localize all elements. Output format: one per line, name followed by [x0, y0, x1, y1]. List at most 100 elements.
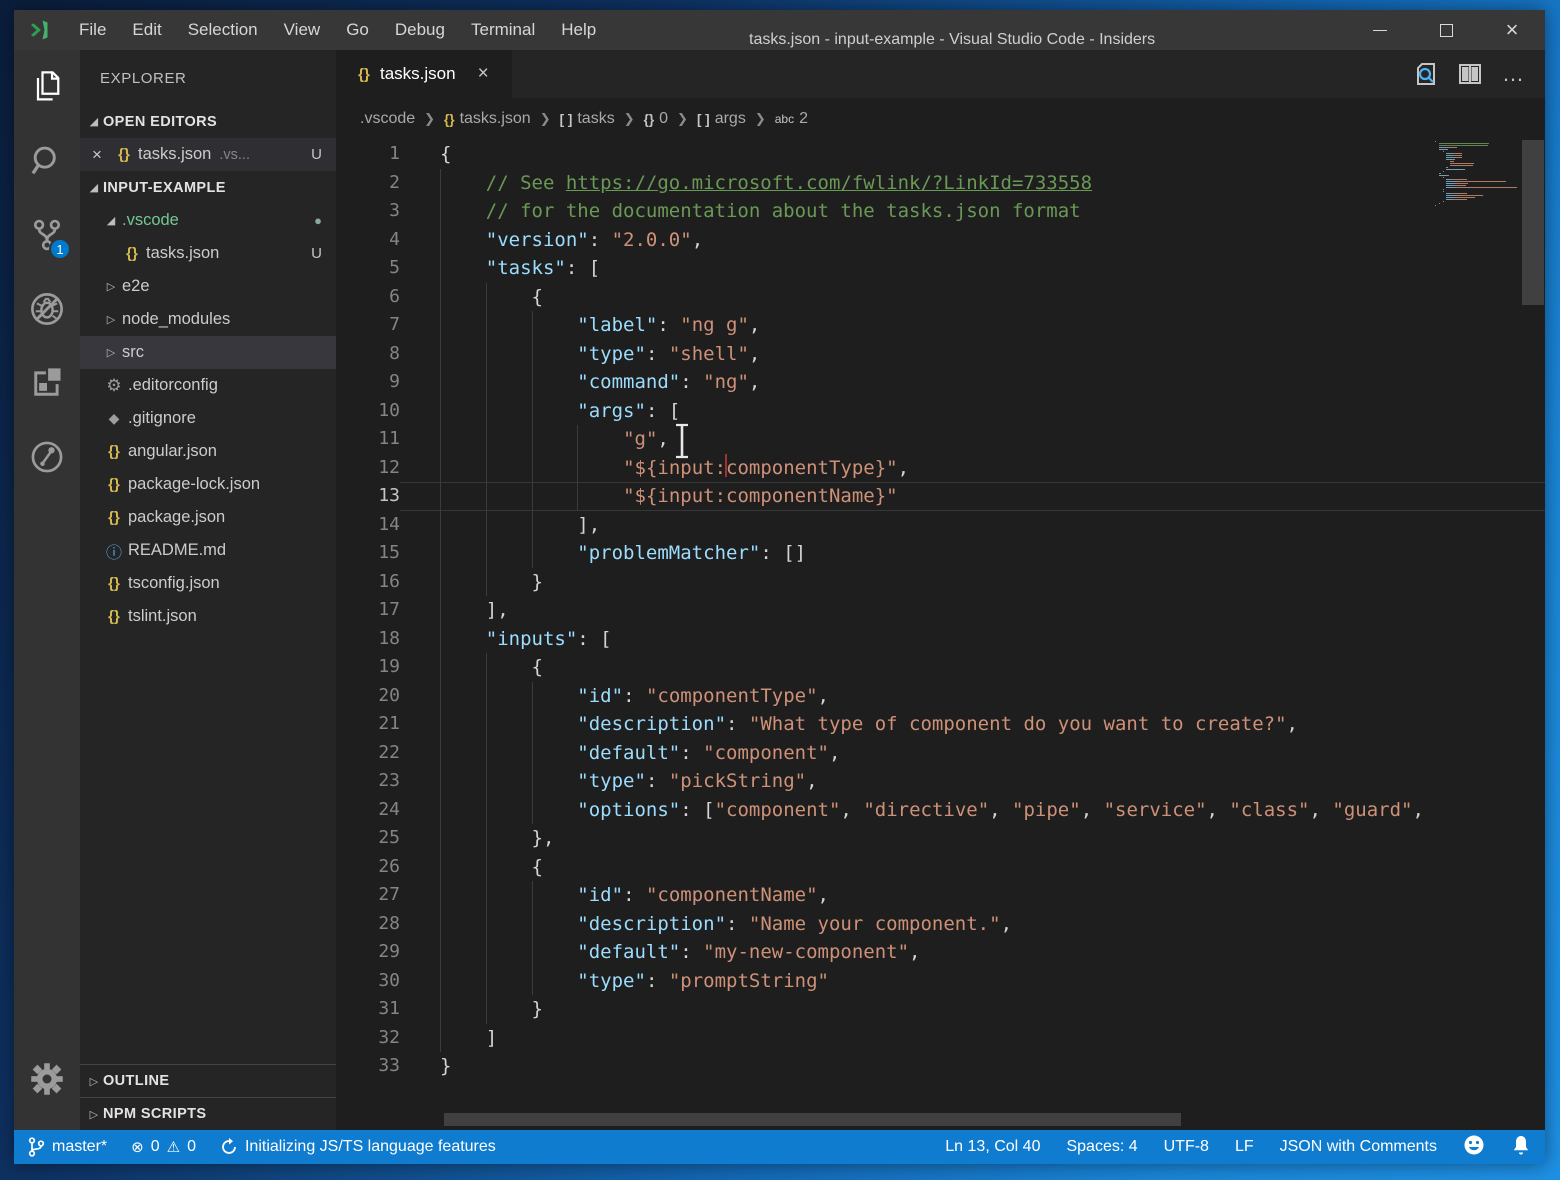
indentation-setting[interactable]: Spaces: 4 [1066, 1138, 1137, 1156]
explorer-icon[interactable] [14, 50, 80, 124]
encoding-setting[interactable]: UTF-8 [1164, 1138, 1209, 1156]
extensions-icon[interactable] [14, 346, 80, 420]
code-line[interactable]: 12 "${input:componentType}", [336, 454, 1545, 483]
language-status-message[interactable]: Initializing JS/TS language features [220, 1138, 496, 1156]
code-line[interactable]: 9 "command": "ng", [336, 368, 1545, 397]
section-folder-root[interactable]: ◢ INPUT-EXAMPLE [80, 171, 336, 204]
code-line[interactable]: 4 "version": "2.0.0", [336, 226, 1545, 255]
code-line[interactable]: 33} [336, 1052, 1545, 1081]
code-line[interactable]: 18 "inputs": [ [336, 625, 1545, 654]
code-line[interactable]: 17 ], [336, 596, 1545, 625]
open-preview-icon[interactable] [1409, 57, 1443, 91]
more-actions-icon[interactable]: … [1497, 57, 1531, 91]
maximize-button[interactable] [1413, 10, 1479, 50]
tree-item--vscode[interactable]: ◢.vscode● [80, 204, 336, 237]
search-icon[interactable] [14, 124, 80, 198]
code-line[interactable]: 2 // See https://go.microsoft.com/fwlink… [336, 169, 1545, 198]
code-line[interactable]: 25 }, [336, 824, 1545, 853]
minimap-token [1462, 169, 1466, 170]
gauge-extension-icon[interactable] [14, 420, 80, 494]
code-line[interactable]: 16 } [336, 568, 1545, 597]
code-line[interactable]: 20 "id": "componentType", [336, 682, 1545, 711]
code-line[interactable]: 13 "${input:componentName}" [336, 482, 1545, 511]
code-line[interactable]: 15 "problemMatcher": [] [336, 539, 1545, 568]
tree-item-package-lock-json[interactable]: {}package-lock.json [80, 468, 336, 501]
breadcrumb-args[interactable]: [ ]args [697, 110, 746, 128]
code-line[interactable]: 31 } [336, 995, 1545, 1024]
code-line[interactable]: 8 "type": "shell", [336, 340, 1545, 369]
breadcrumb--vscode[interactable]: .vscode [360, 110, 415, 128]
code-editor[interactable]: 1{2 // See https://go.microsoft.com/fwli… [336, 140, 1545, 1130]
menu-terminal[interactable]: Terminal [458, 10, 548, 50]
settings-gear-icon[interactable] [14, 1042, 80, 1116]
tree-item-src[interactable]: ▷src [80, 336, 336, 369]
tree-item-angular-json[interactable]: {}angular.json [80, 435, 336, 468]
breadcrumb-2[interactable]: abc2 [775, 110, 808, 128]
menu-view[interactable]: View [271, 10, 334, 50]
minimap[interactable] [1435, 140, 1521, 207]
code-line[interactable]: 32 ] [336, 1024, 1545, 1053]
horizontal-scrollbar-thumb[interactable] [444, 1113, 1181, 1126]
tree-item--gitignore[interactable]: ◆.gitignore [80, 402, 336, 435]
close-editor-icon[interactable]: × [92, 145, 112, 165]
open-editor-item[interactable]: × {} tasks.json .vs... U [80, 138, 336, 171]
code-line[interactable]: 3 // for the documentation about the tas… [336, 197, 1545, 226]
tree-item-package-json[interactable]: {}package.json [80, 501, 336, 534]
menu-debug[interactable]: Debug [382, 10, 458, 50]
source-control-icon[interactable]: 1 [14, 198, 80, 272]
code-line[interactable]: 23 "type": "pickString", [336, 767, 1545, 796]
tree-item-tasks-json[interactable]: {}tasks.jsonU [80, 237, 336, 270]
problems-indicator[interactable]: ⊗ 0 ⚠ 0 [131, 1138, 196, 1156]
code-line[interactable]: 30 "type": "promptString" [336, 967, 1545, 996]
code-line[interactable]: 6 { [336, 283, 1545, 312]
tab-tasks-json[interactable]: {} tasks.json × [336, 50, 512, 98]
tree-item--editorconfig[interactable]: ⚙.editorconfig [80, 369, 336, 402]
split-editor-icon[interactable] [1453, 57, 1487, 91]
debug-disabled-icon[interactable] [14, 272, 80, 346]
section-outline[interactable]: ▷OUTLINE [80, 1064, 336, 1097]
feedback-smiley-icon[interactable] [1463, 1134, 1485, 1161]
code-line[interactable]: 1{ [336, 140, 1545, 169]
vertical-scrollbar[interactable] [1521, 140, 1545, 1130]
breadcrumb-symbol-icon: abc [775, 112, 794, 126]
line-number: 2 [336, 169, 400, 198]
breadcrumb-0[interactable]: {}0 [644, 110, 668, 128]
tab-close-icon[interactable]: × [478, 63, 489, 85]
menu-edit[interactable]: Edit [119, 10, 174, 50]
notifications-bell-icon[interactable] [1511, 1134, 1531, 1161]
branch-indicator[interactable]: master* [28, 1136, 107, 1158]
section-open-editors[interactable]: ◢ OPEN EDITORS [80, 105, 336, 138]
tree-item-e2e[interactable]: ▷e2e [80, 270, 336, 303]
code-line[interactable]: 22 "default": "component", [336, 739, 1545, 768]
language-mode[interactable]: JSON with Comments [1280, 1138, 1437, 1156]
code-line[interactable]: 7 "label": "ng g", [336, 311, 1545, 340]
code-line[interactable]: 14 ], [336, 511, 1545, 540]
section-npm-scripts[interactable]: ▷NPM SCRIPTS [80, 1097, 336, 1130]
code-line[interactable]: 5 "tasks": [ [336, 254, 1545, 283]
code-line[interactable]: 10 "args": [ [336, 397, 1545, 426]
tree-item-tslint-json[interactable]: {}tslint.json [80, 600, 336, 633]
code-line[interactable]: 29 "default": "my-new-component", [336, 938, 1545, 967]
eol-setting[interactable]: LF [1235, 1138, 1254, 1156]
menu-go[interactable]: Go [333, 10, 382, 50]
tree-item-node-modules[interactable]: ▷node_modules [80, 303, 336, 336]
code-line[interactable]: 11 "g", [336, 425, 1545, 454]
vertical-scrollbar-thumb[interactable] [1522, 140, 1544, 305]
close-button[interactable]: × [1479, 10, 1545, 50]
menu-help[interactable]: Help [548, 10, 609, 50]
cursor-position[interactable]: Ln 13, Col 40 [945, 1138, 1040, 1156]
tree-item-tsconfig-json[interactable]: {}tsconfig.json [80, 567, 336, 600]
code-line[interactable]: 28 "description": "Name your component."… [336, 910, 1545, 939]
code-line[interactable]: 21 "description": "What type of componen… [336, 710, 1545, 739]
code-line[interactable]: 27 "id": "componentName", [336, 881, 1545, 910]
code-line[interactable]: 24 "options": ["component", "directive",… [336, 796, 1545, 825]
breadcrumb-tasks[interactable]: [ ]tasks [560, 110, 615, 128]
breadcrumb-tasks-json[interactable]: {}tasks.json [444, 110, 531, 128]
code-line[interactable]: 19 { [336, 653, 1545, 682]
menu-file[interactable]: File [66, 10, 119, 50]
breadcrumb-symbol-icon: [ ] [560, 112, 573, 127]
minimize-button[interactable] [1347, 10, 1413, 50]
code-line[interactable]: 26 { [336, 853, 1545, 882]
menu-selection[interactable]: Selection [175, 10, 271, 50]
tree-item-README-md[interactable]: ⓘREADME.md [80, 534, 336, 567]
